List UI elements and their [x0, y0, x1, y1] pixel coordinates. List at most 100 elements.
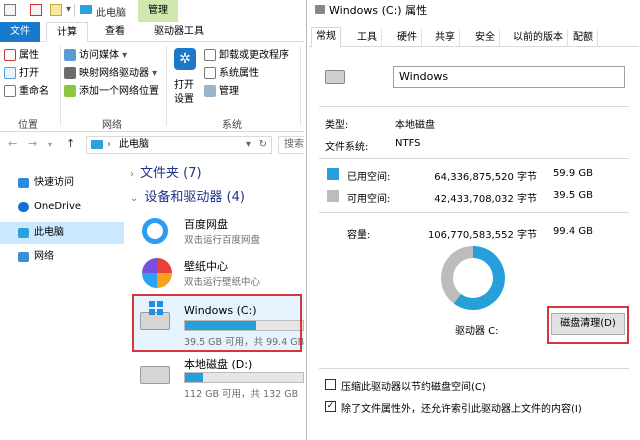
- up-icon[interactable]: ↑: [66, 137, 75, 150]
- access-media-button[interactable]: 访问媒体 ▾: [64, 48, 127, 64]
- tab-file[interactable]: 文件: [0, 22, 40, 42]
- used-space-gb: 59.9 GB: [552, 168, 593, 179]
- device-name: 壁纸中心: [184, 260, 228, 273]
- uninstall-button[interactable]: 卸载或更改程序: [204, 48, 289, 64]
- compress-checkbox-row[interactable]: 压缩此驱动器以节约磁盘空间(C): [325, 378, 625, 393]
- new-folder-icon[interactable]: [50, 4, 62, 16]
- tab-general[interactable]: 常规: [311, 27, 341, 48]
- network-icon: [18, 252, 29, 262]
- drive-d-usage-fill: [185, 373, 203, 382]
- filesystem-value: NTFS: [395, 138, 421, 149]
- index-checkbox[interactable]: ✓: [325, 401, 336, 412]
- rename-button[interactable]: 重命名: [4, 84, 49, 100]
- forward-icon[interactable]: →: [28, 137, 37, 150]
- address-dropdown-icon[interactable]: ▾: [246, 137, 251, 153]
- open-settings-button[interactable]: ✲ 打开 设置: [170, 46, 202, 105]
- quick-access-dropdown-icon[interactable]: ▾: [66, 4, 71, 15]
- used-space-label: 已用空间:: [347, 172, 391, 183]
- nav-label: OneDrive: [34, 201, 82, 212]
- compress-checkbox[interactable]: [325, 379, 336, 390]
- open-icon: [4, 67, 16, 79]
- search-input[interactable]: 搜索: [278, 136, 304, 154]
- tab-view[interactable]: 查看: [96, 22, 134, 42]
- explorer-window: ▾ 此电脑 管理 文件 计算机 查看 驱动器工具 属性 打开 重命名 位置 访问…: [0, 0, 304, 440]
- back-icon[interactable]: ←: [8, 137, 17, 150]
- device-wallpaper[interactable]: 壁纸中心 双击运行壁纸中心: [136, 256, 302, 292]
- type-value: 本地磁盘: [395, 120, 435, 131]
- tab-tools[interactable]: 工具: [353, 29, 382, 47]
- manage-icon: [204, 85, 216, 97]
- donut-hole: [453, 258, 493, 298]
- drive-d-usage-bar: [184, 372, 304, 383]
- properties-button[interactable]: 属性: [4, 48, 39, 64]
- nav-item-network[interactable]: 网络: [0, 246, 124, 268]
- drive-name-input[interactable]: Windows: [393, 66, 625, 88]
- highlight-box-drive-c: [132, 294, 302, 352]
- capacity-gb: 99.4 GB: [552, 226, 593, 237]
- free-space-swatch: [327, 190, 339, 202]
- devices-section-header[interactable]: ⌄ 设备和驱动器 (4): [130, 188, 245, 208]
- tab-sharing[interactable]: 共享: [431, 29, 460, 47]
- map-drive-button[interactable]: 映射网络驱动器 ▾: [64, 66, 157, 82]
- drive-d-icon: [140, 366, 170, 384]
- content-pane: › 文件夹 (7) ⌄ 设备和驱动器 (4) 百度网盘 双击运行百度网盘 壁纸中心 …: [130, 160, 304, 440]
- nav-label: 快速访问: [34, 177, 74, 188]
- compress-label: 压缩此驱动器以节约磁盘空间(C): [341, 382, 486, 393]
- properties-label: 属性: [19, 50, 39, 61]
- wallpaper-center-icon: [142, 258, 172, 288]
- free-space-gb: 39.5 GB: [552, 190, 593, 201]
- free-space-bytes: 42,433,708,032 字节: [434, 194, 537, 205]
- divider: [74, 4, 75, 17]
- drive-large-icon: [325, 70, 345, 84]
- properties-icon: [4, 49, 16, 61]
- tab-hardware[interactable]: 硬件: [393, 29, 422, 47]
- navigation-pane: 快速访问 OneDrive 此电脑 网络: [0, 160, 128, 440]
- manage-button[interactable]: 管理: [204, 84, 239, 100]
- nav-item-onedrive[interactable]: OneDrive: [0, 196, 124, 218]
- properties-icon[interactable]: [30, 4, 42, 16]
- tab-drive-tools[interactable]: 驱动器工具: [144, 22, 214, 42]
- add-network-location-button[interactable]: 添加一个网络位置: [64, 84, 159, 100]
- disk-usage-donut: [441, 246, 505, 310]
- explorer-titlebar: ▾ 此电脑 管理: [0, 0, 304, 22]
- group-separator: [166, 46, 167, 126]
- tab-security[interactable]: 安全: [471, 29, 500, 47]
- group-separator: [60, 46, 61, 126]
- system-properties-label: 系统属性: [219, 68, 259, 79]
- settings-gear-icon: ✲: [174, 48, 196, 70]
- used-space-swatch: [327, 168, 339, 180]
- device-description: 双击运行壁纸中心: [184, 277, 261, 288]
- properties-dialog: Windows (C:) 属性 常规 工具 硬件 共享 安全 以前的版本 配额 …: [306, 0, 640, 440]
- nav-label: 此电脑: [34, 227, 64, 238]
- device-description: 双击运行百度网盘: [184, 235, 261, 246]
- system-properties-button[interactable]: 系统属性: [204, 66, 259, 82]
- address-bar-row: ← → ▾ ↑ › 此电脑 ▾ ↻ 搜索: [0, 132, 304, 158]
- index-checkbox-row[interactable]: ✓ 除了文件属性外，还允许索引此驱动器上文件的内容(I): [325, 400, 635, 415]
- chevron-right-icon: ›: [130, 169, 134, 180]
- window-title: 此电脑: [96, 8, 126, 19]
- nav-item-quick-access[interactable]: 快速访问: [0, 172, 124, 194]
- drive-free-text: 112 GB 可用，共 132 GB: [184, 389, 299, 400]
- tab-manage[interactable]: 管理: [138, 0, 178, 22]
- map-drive-label: 映射网络驱动器: [79, 68, 149, 79]
- drive-d[interactable]: 本地磁盘 (D:) 112 GB 可用，共 132 GB: [134, 356, 304, 400]
- device-baidu[interactable]: 百度网盘 双击运行百度网盘: [136, 214, 302, 250]
- divider: [319, 106, 629, 107]
- recent-dropdown-icon[interactable]: ▾: [48, 140, 52, 149]
- add-location-icon: [64, 85, 76, 97]
- tab-quota[interactable]: 配额: [569, 29, 598, 47]
- folders-section-header[interactable]: › 文件夹 (7): [130, 164, 202, 184]
- tab-previous-versions[interactable]: 以前的版本: [509, 29, 568, 47]
- refresh-icon[interactable]: ↻: [259, 137, 267, 153]
- open-settings-label-2: 设置: [174, 94, 194, 105]
- group-separator: [300, 46, 301, 126]
- open-button[interactable]: 打开: [4, 66, 39, 82]
- nav-item-this-pc[interactable]: 此电脑: [0, 222, 124, 244]
- rename-icon: [4, 85, 16, 97]
- save-icon[interactable]: [4, 4, 16, 16]
- address-field[interactable]: › 此电脑 ▾ ↻: [86, 136, 272, 154]
- divider: [319, 212, 629, 213]
- this-pc-icon: [80, 5, 92, 14]
- drive-icon: [315, 5, 325, 14]
- tab-computer[interactable]: 计算机: [46, 22, 88, 58]
